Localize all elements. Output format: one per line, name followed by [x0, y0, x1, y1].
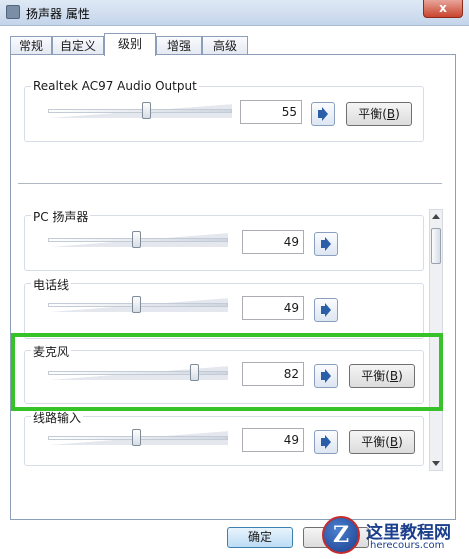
device-label: 线路输入: [31, 409, 84, 426]
device-label: PC 扬声器: [31, 208, 91, 225]
slider-thumb[interactable]: [132, 429, 141, 446]
mute-button-line-in[interactable]: [314, 430, 338, 454]
tab-enhancements[interactable]: 增强: [156, 36, 202, 55]
volume-slider-microphone[interactable]: [48, 364, 228, 381]
device-label: 电话线: [31, 276, 72, 293]
tab-custom[interactable]: 自定义: [52, 36, 104, 55]
title-bar: 扬声器 属性 x: [0, 0, 469, 26]
slider-thumb[interactable]: [132, 231, 141, 248]
watermark-logo: Z: [322, 516, 360, 554]
mute-button-microphone[interactable]: [314, 364, 338, 388]
tab-general[interactable]: 常规: [10, 36, 52, 55]
slider-thumb[interactable]: [132, 296, 141, 313]
device-label: Realtek AC97 Audio Output: [31, 79, 199, 93]
balance-hotkey: B: [389, 435, 399, 449]
section-divider: [18, 183, 442, 184]
slider-thumb[interactable]: [190, 364, 199, 381]
volume-value-microphone[interactable]: 82: [242, 362, 304, 386]
volume-value-phone-line[interactable]: 49: [242, 296, 304, 320]
volume-value-realtek[interactable]: 55: [240, 100, 302, 124]
scroll-thumb[interactable]: [431, 228, 441, 264]
close-button[interactable]: x: [423, 0, 463, 18]
vertical-scrollbar[interactable]: [429, 209, 443, 471]
window-title: 扬声器 属性: [26, 7, 90, 21]
ok-button[interactable]: 确定: [227, 527, 293, 548]
scroll-up-icon[interactable]: [432, 214, 440, 219]
mute-button-realtek[interactable]: [311, 102, 335, 126]
slider-thumb[interactable]: [142, 102, 151, 119]
tab-levels[interactable]: 级别: [104, 33, 156, 56]
balance-hotkey: B: [386, 107, 396, 121]
balance-hotkey: B: [389, 369, 399, 383]
balance-button-microphone[interactable]: 平衡(B): [349, 364, 415, 388]
scroll-down-icon[interactable]: [432, 461, 440, 466]
balance-label: 平衡: [361, 369, 386, 383]
volume-slider-realtek[interactable]: [48, 102, 232, 119]
volume-slider-pc-speaker[interactable]: [48, 231, 228, 248]
speaker-app-icon: [6, 5, 20, 19]
mute-button-phone-line[interactable]: [314, 298, 338, 322]
volume-value-pc-speaker[interactable]: 49: [242, 230, 304, 254]
tab-advanced[interactable]: 高级: [202, 36, 248, 55]
volume-slider-phone-line[interactable]: [48, 296, 228, 313]
balance-label: 平衡: [358, 107, 383, 121]
mute-button-pc-speaker[interactable]: [314, 232, 338, 256]
balance-button-line-in[interactable]: 平衡(B): [349, 430, 415, 454]
volume-slider-line-in[interactable]: [48, 429, 228, 446]
device-label: 麦克风: [31, 343, 72, 360]
balance-button-realtek[interactable]: 平衡(B): [346, 102, 412, 126]
balance-label: 平衡: [361, 435, 386, 449]
watermark-url: herecours.com: [370, 540, 445, 551]
volume-value-line-in[interactable]: 49: [242, 428, 304, 452]
watermark: Z 这里教程网 herecours.com: [320, 512, 469, 559]
